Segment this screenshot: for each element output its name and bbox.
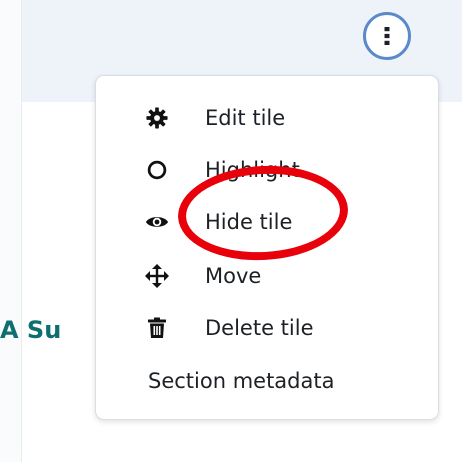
circle-outline-icon [145,158,169,182]
actions-menu-button[interactable] [363,12,411,60]
menu-item-highlight[interactable]: Highlight [96,148,438,192]
menu-item-move[interactable]: Move [96,254,438,298]
left-edge-panel [0,0,22,462]
eye-icon [145,210,169,234]
tile-actions-dropdown: Edit tile Highlight Hide tile Move Delet… [95,75,439,420]
menu-item-edit-tile[interactable]: Edit tile [96,96,438,140]
menu-item-hide-tile[interactable]: Hide tile [96,200,438,244]
menu-item-label: Section metadata [148,369,335,393]
trash-icon [145,316,169,340]
menu-item-label: Highlight [205,158,300,182]
section-title-partial: A Su [0,316,62,344]
kebab-vertical-icon [384,27,390,45]
menu-item-label: Edit tile [205,106,286,130]
menu-item-section-metadata[interactable]: Section metadata [96,359,438,403]
menu-item-label: Move [205,264,262,288]
move-arrows-icon [145,264,169,288]
screenshot-stage: A Su Edit tile Highlight Hide tile Move … [0,0,462,462]
menu-item-delete-tile[interactable]: Delete tile [96,306,438,350]
gear-icon [145,106,169,130]
menu-item-label: Hide tile [205,210,293,234]
menu-item-label: Delete tile [205,316,314,340]
